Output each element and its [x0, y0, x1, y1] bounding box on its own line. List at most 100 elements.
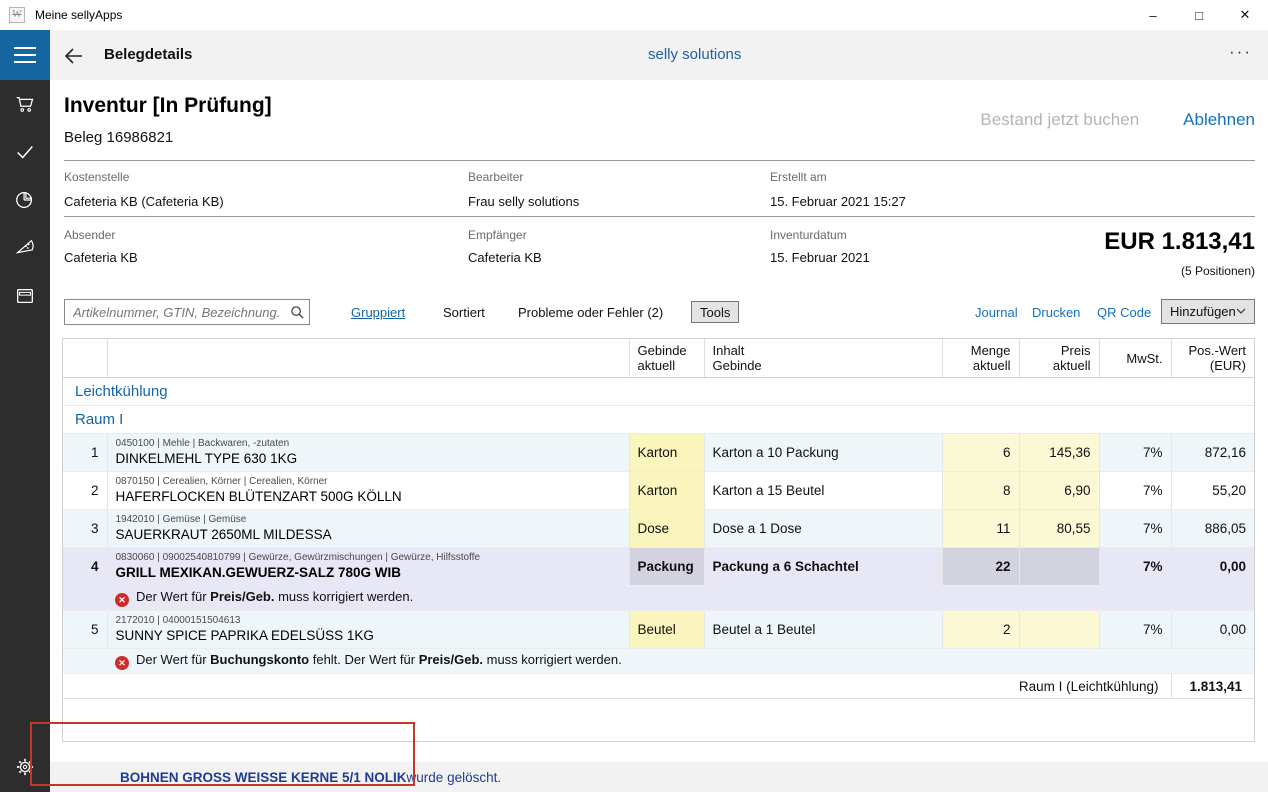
table-row-selected[interactable]: 4 0830060 | 09002540810799 | Gewürze, Ge…: [63, 548, 1254, 586]
col-menge[interactable]: Menge aktuell: [942, 339, 1019, 378]
table-row[interactable]: 1 0450100 | Mehle | Backwaren, -zutaten …: [63, 434, 1254, 472]
group-row-leichtkuehlung[interactable]: Leichtkühlung: [63, 378, 1254, 406]
article-meta: 0830060 | 09002540810799 | Gewürze, Gewü…: [116, 551, 621, 564]
gebinde-cell[interactable]: Beutel: [629, 611, 704, 649]
filter-sorted-link[interactable]: Sortiert: [443, 305, 485, 320]
hamburger-menu-button[interactable]: [0, 30, 50, 80]
book-stock-button: Bestand jetzt buchen: [980, 110, 1139, 130]
search-icon[interactable]: [285, 305, 309, 320]
back-button[interactable]: [62, 44, 86, 68]
error-row: ✕Der Wert für Preis/Geb. muss korrigiert…: [63, 586, 1254, 611]
filter-grouped-link[interactable]: Gruppiert: [351, 305, 405, 320]
brand-label: selly solutions: [648, 46, 741, 63]
gebinde-cell[interactable]: Karton: [629, 434, 704, 472]
article-name: HAFERFLOCKEN BLÜTENZART 500G KÖLLN: [116, 488, 621, 506]
value-kostenstelle: Cafeteria KB (Cafeteria KB): [64, 194, 224, 209]
preis-cell[interactable]: 6,90: [1019, 472, 1099, 510]
article-name: DINKELMEHL TYPE 630 1KG: [116, 450, 621, 468]
mwst-cell: 7%: [1099, 611, 1171, 649]
col-preis[interactable]: Preis aktuell: [1019, 339, 1099, 378]
mwst-cell: 7%: [1099, 434, 1171, 472]
total-amount: EUR 1.813,41: [1104, 228, 1255, 256]
article-meta: 0450100 | Mehle | Backwaren, -zutaten: [116, 437, 621, 450]
menge-cell[interactable]: 8: [942, 472, 1019, 510]
error-icon: ✕: [115, 593, 129, 607]
sidebar-settings-button[interactable]: [0, 748, 50, 786]
gear-icon: [14, 756, 36, 778]
maximize-button[interactable]: □: [1176, 0, 1222, 30]
minimize-button[interactable]: –: [1130, 0, 1176, 30]
error-row: ✕Der Wert für Buchungskonto fehlt. Der W…: [63, 649, 1254, 674]
sidebar-item-food[interactable]: [0, 224, 50, 272]
menge-cell[interactable]: 11: [942, 510, 1019, 548]
back-arrow-icon: [62, 44, 86, 68]
positions-table: Gebinde aktuell Inhalt Gebinde Menge akt…: [62, 338, 1255, 742]
qr-code-link[interactable]: QR Code: [1097, 305, 1151, 320]
gebinde-cell[interactable]: Packung: [629, 548, 704, 586]
sidebar-item-catalog[interactable]: [0, 272, 50, 320]
label-bearbeiter: Bearbeiter: [468, 170, 523, 184]
divider: [64, 160, 1255, 161]
preis-cell[interactable]: 80,55: [1019, 510, 1099, 548]
value-erstellt-am: 15. Februar 2021 15:27: [770, 194, 906, 209]
article-name: SAUERKRAUT 2650ML MILDESSA: [116, 526, 621, 544]
search-box[interactable]: [64, 299, 310, 325]
preis-cell[interactable]: 145,36: [1019, 434, 1099, 472]
document-number: Beleg 16986821: [64, 129, 173, 146]
search-input[interactable]: [65, 305, 285, 320]
add-button[interactable]: Hinzufügen: [1161, 299, 1255, 324]
menge-cell[interactable]: 22: [942, 548, 1019, 586]
group-row-raum-1[interactable]: Raum I: [63, 406, 1254, 434]
table-row[interactable]: 2 0870150 | Cerealien, Körner | Cerealie…: [63, 472, 1254, 510]
table-row[interactable]: 3 1942010 | Gemüse | Gemüse SAUERKRAUT 2…: [63, 510, 1254, 548]
article-meta: 2172010 | 04000151504613: [116, 614, 621, 627]
pizza-icon: [14, 237, 36, 259]
filter-problems-link[interactable]: Probleme oder Fehler (2): [518, 305, 663, 320]
menge-cell[interactable]: 2: [942, 611, 1019, 649]
label-erstellt-am: Erstellt am: [770, 170, 827, 184]
col-inhalt[interactable]: Inhalt Gebinde: [704, 339, 942, 378]
col-gebinde[interactable]: Gebinde aktuell: [629, 339, 704, 378]
inhalt-cell: Packung a 6 Schachtel: [704, 548, 942, 586]
gebinde-cell[interactable]: Karton: [629, 472, 704, 510]
col-mwst[interactable]: MwSt.: [1099, 339, 1171, 378]
subtotal-value: 1.813,41: [1171, 674, 1254, 699]
col-wert[interactable]: Pos.-Wert (EUR): [1171, 339, 1254, 378]
error-icon: ✕: [115, 656, 129, 670]
subtotal-label: Raum I (Leichtkühlung): [63, 674, 1171, 699]
table-header-row: Gebinde aktuell Inhalt Gebinde Menge akt…: [63, 339, 1254, 378]
check-icon: [14, 141, 36, 163]
sidebar-item-tasks[interactable]: [0, 128, 50, 176]
table-row[interactable]: 5 2172010 | 04000151504613 SUNNY SPICE P…: [63, 611, 1254, 649]
article-meta: 0870150 | Cerealien, Körner | Cerealien,…: [116, 475, 621, 488]
app-logo-icon: W: [9, 7, 25, 23]
tools-button[interactable]: Tools: [691, 301, 739, 323]
inhalt-cell: Beutel a 1 Beutel: [704, 611, 942, 649]
document-title: Inventur [In Prüfung]: [64, 94, 272, 118]
preis-cell[interactable]: [1019, 548, 1099, 586]
article-meta: 1942010 | Gemüse | Gemüse: [116, 513, 621, 526]
label-empfaenger: Empfänger: [468, 228, 527, 242]
notification-bar: BOHNEN GROSS WEISSE KERNE 5/1 NOLIK wurd…: [50, 762, 1268, 792]
position-count: (5 Positionen): [1181, 264, 1255, 278]
nav-sidebar: [0, 80, 50, 792]
label-absender: Absender: [64, 228, 115, 242]
label-inventurdatum: Inventurdatum: [770, 228, 847, 242]
mwst-cell: 7%: [1099, 548, 1171, 586]
menge-cell[interactable]: 6: [942, 434, 1019, 472]
sidebar-item-cart[interactable]: [0, 80, 50, 128]
wert-cell: 872,16: [1171, 434, 1254, 472]
reject-button[interactable]: Ablehnen: [1183, 110, 1255, 130]
close-button[interactable]: ✕: [1222, 0, 1268, 30]
title-bar: W Meine sellyApps – □ ✕: [0, 0, 1268, 30]
print-link[interactable]: Drucken: [1032, 305, 1080, 320]
value-bearbeiter: Frau selly solutions: [468, 194, 579, 209]
sidebar-item-reports[interactable]: [0, 176, 50, 224]
preis-cell[interactable]: [1019, 611, 1099, 649]
mwst-cell: 7%: [1099, 472, 1171, 510]
journal-link[interactable]: Journal: [975, 305, 1018, 320]
more-options-button[interactable]: ···: [1229, 42, 1252, 62]
notification-text: wurde gelöscht.: [407, 770, 502, 785]
gebinde-cell[interactable]: Dose: [629, 510, 704, 548]
book-icon: [14, 285, 36, 307]
